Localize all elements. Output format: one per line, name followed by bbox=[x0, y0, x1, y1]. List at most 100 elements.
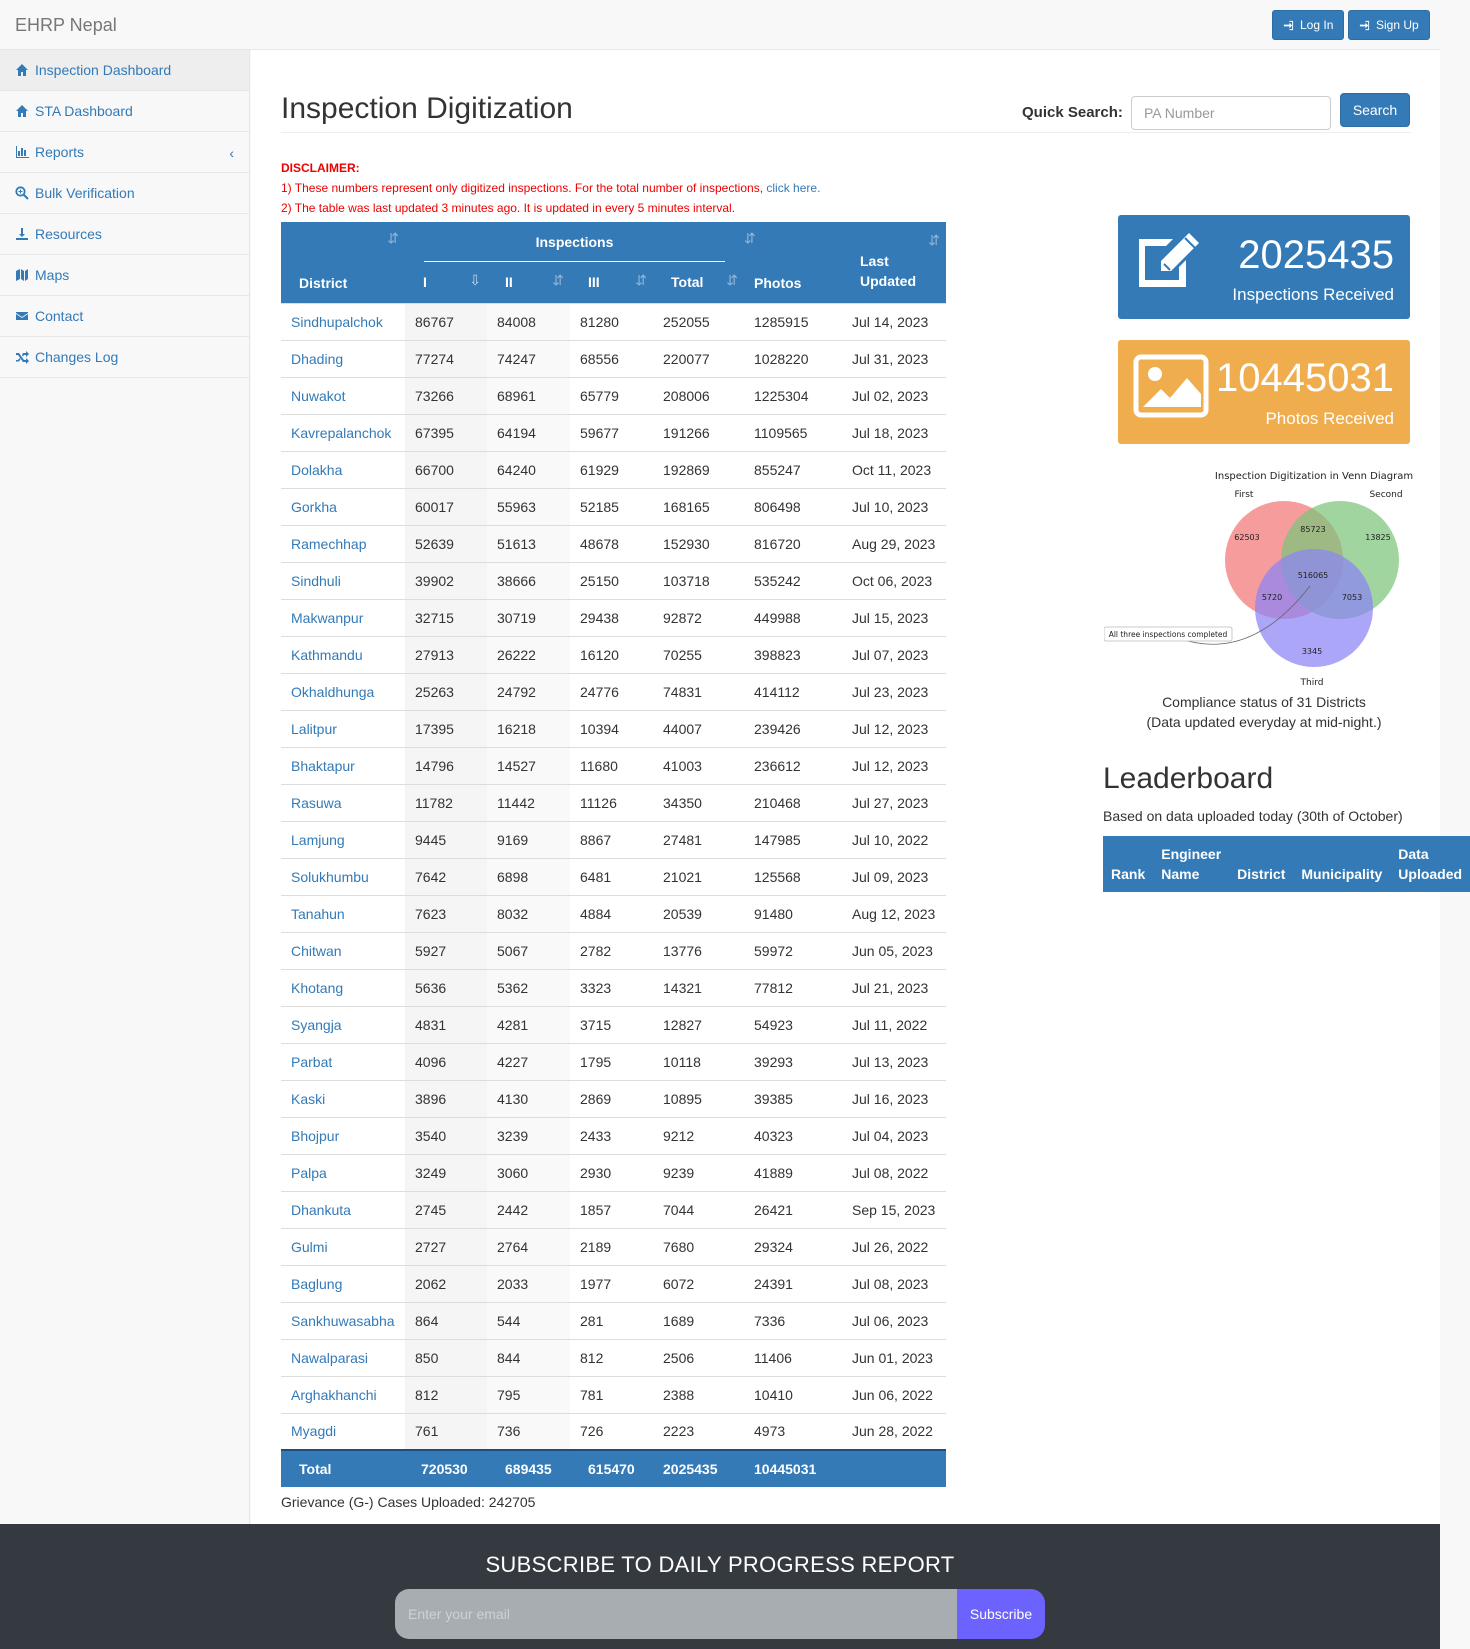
leaderboard-header-data-uploaded[interactable]: Data Uploaded bbox=[1390, 836, 1470, 892]
district-name[interactable]: Sankhuwasabha bbox=[281, 1301, 405, 1339]
header-label: Last Updated bbox=[860, 252, 916, 289]
district-name[interactable]: Chitwan bbox=[281, 931, 405, 969]
sort-icon[interactable]: ⇵ bbox=[552, 272, 564, 289]
district-name[interactable]: Makwanpur bbox=[281, 598, 405, 636]
district-name[interactable]: Ramechhap bbox=[281, 524, 405, 562]
totals-row: Total 720530 689435 615470 2025435 10445… bbox=[281, 1449, 946, 1487]
district-name[interactable]: Gulmi bbox=[281, 1227, 405, 1265]
leaderboard-header-municipality[interactable]: Municipality bbox=[1293, 836, 1391, 892]
last-updated: Jul 10, 2022 bbox=[842, 820, 946, 858]
district-name[interactable]: Khotang bbox=[281, 968, 405, 1006]
inspection-total: 6072 bbox=[653, 1264, 744, 1302]
district-name[interactable]: Arghakhanchi bbox=[281, 1375, 405, 1413]
sort-desc-icon[interactable]: ⇩ bbox=[469, 272, 481, 289]
email-field[interactable] bbox=[395, 1589, 957, 1639]
district-name[interactable]: Nuwakot bbox=[281, 376, 405, 414]
district-name[interactable]: Parbat bbox=[281, 1042, 405, 1080]
column-header-last-updated[interactable]: Last Updated ⇵ bbox=[842, 222, 946, 303]
inspection-i: 3896 bbox=[405, 1079, 487, 1117]
sort-icon[interactable]: ⇵ bbox=[726, 272, 738, 289]
sidebar-item-reports[interactable]: Reports ‹ bbox=[0, 132, 249, 173]
sort-icon[interactable]: ⇵ bbox=[635, 272, 647, 289]
district-name[interactable]: Nawalparasi bbox=[281, 1338, 405, 1376]
sort-icon[interactable]: ⇵ bbox=[387, 230, 399, 247]
column-header-district[interactable]: District ⇵ bbox=[281, 222, 405, 303]
leaderboard-header-engineer-name[interactable]: Engineer Name bbox=[1153, 836, 1230, 892]
leaderboard-table: Rank Engineer Name District Municipality… bbox=[1103, 836, 1470, 892]
brand-logo[interactable]: EHRP Nepal bbox=[15, 15, 117, 36]
district-name[interactable]: Lalitpur bbox=[281, 709, 405, 747]
inspections-count: 2025435 bbox=[1238, 233, 1394, 277]
district-name[interactable]: Lamjung bbox=[281, 820, 405, 858]
district-name[interactable]: Rasuwa bbox=[281, 783, 405, 821]
inspection-ii: 64240 bbox=[487, 450, 570, 488]
inspection-ii: 3060 bbox=[487, 1153, 570, 1191]
inspection-iii: 68556 bbox=[570, 339, 653, 377]
inspection-iii: 48678 bbox=[570, 524, 653, 562]
district-name[interactable]: Kaski bbox=[281, 1079, 405, 1117]
subscribe-button[interactable]: Subscribe bbox=[957, 1589, 1045, 1639]
leaderboard-header-rank[interactable]: Rank bbox=[1103, 836, 1154, 892]
sidebar-item-changes-log[interactable]: Changes Log bbox=[0, 337, 249, 378]
sidebar-item-maps[interactable]: Maps bbox=[0, 255, 249, 296]
leaderboard-header-district[interactable]: District bbox=[1229, 836, 1294, 892]
signup-button[interactable]: Sign Up bbox=[1348, 10, 1430, 40]
inspections-received-box: 2025435 Inspections Received bbox=[1118, 215, 1410, 319]
sidebar-item-resources[interactable]: Resources bbox=[0, 214, 249, 255]
table-row: Chitwan 5927 5067 2782 13776 59972 Jun 05, 202… bbox=[281, 931, 946, 969]
column-header-iii[interactable]: III ⇵ bbox=[570, 262, 653, 303]
photos-count: 806498 bbox=[744, 487, 842, 525]
sort-icon[interactable]: ⇵ bbox=[928, 230, 940, 250]
venn-annotation: All three inspections completed bbox=[1109, 630, 1228, 639]
table-row: Myagdi 761 736 726 2223 4973 Jun 28, 2022 bbox=[281, 1412, 946, 1450]
inspection-total: 168165 bbox=[653, 487, 744, 525]
district-name[interactable]: Baglung bbox=[281, 1264, 405, 1302]
district-name[interactable]: Okhaldhunga bbox=[281, 672, 405, 710]
district-name[interactable]: Dhading bbox=[281, 339, 405, 377]
district-name[interactable]: Sindhupalchok bbox=[281, 302, 405, 340]
sign-in-icon bbox=[1283, 20, 1294, 30]
photos-count: 10445031 bbox=[1216, 356, 1394, 400]
sidebar-item-contact[interactable]: Contact bbox=[0, 296, 249, 337]
inspection-iii: 6481 bbox=[570, 857, 653, 895]
login-button[interactable]: Log In bbox=[1272, 10, 1345, 40]
column-header-total[interactable]: Total ⇵ bbox=[653, 262, 744, 303]
click-here-link[interactable]: click here. bbox=[766, 181, 820, 195]
table-row: Kathmandu 27913 26222 16120 70255 398823 Jul 0… bbox=[281, 635, 946, 673]
search-button[interactable]: Search bbox=[1340, 93, 1410, 127]
district-name[interactable]: Sindhuli bbox=[281, 561, 405, 599]
last-updated: Jun 28, 2022 bbox=[842, 1412, 946, 1450]
column-header-photos[interactable]: Photos ⇵ bbox=[744, 222, 842, 303]
sidebar-item-bulk-verification[interactable]: Bulk Verification bbox=[0, 173, 249, 214]
sidebar-item-label: Bulk Verification bbox=[35, 185, 135, 201]
chevron-left-icon[interactable]: ‹ bbox=[229, 145, 234, 161]
district-name[interactable]: Solukhumbu bbox=[281, 857, 405, 895]
district-name[interactable]: Kathmandu bbox=[281, 635, 405, 673]
inspection-total: 208006 bbox=[653, 376, 744, 414]
district-name[interactable]: Bhaktapur bbox=[281, 746, 405, 784]
district-name[interactable]: Bhojpur bbox=[281, 1116, 405, 1154]
inspection-total: 103718 bbox=[653, 561, 744, 599]
venn-only-second: 13825 bbox=[1365, 533, 1390, 542]
district-name[interactable]: Kavrepalanchok bbox=[281, 413, 405, 451]
sidebar-item-inspection-dashboard[interactable]: Inspection Dashboard bbox=[0, 50, 249, 91]
sort-icon[interactable]: ⇵ bbox=[744, 230, 756, 247]
district-name[interactable]: Palpa bbox=[281, 1153, 405, 1191]
venn-label-second: Second bbox=[1369, 490, 1402, 500]
district-name[interactable]: Tanahun bbox=[281, 894, 405, 932]
inspection-ii: 4281 bbox=[487, 1005, 570, 1043]
inspection-total: 10118 bbox=[653, 1042, 744, 1080]
inspection-i: 66700 bbox=[405, 450, 487, 488]
inspection-total: 14321 bbox=[653, 968, 744, 1006]
district-name[interactable]: Dolakha bbox=[281, 450, 405, 488]
district-name[interactable]: Myagdi bbox=[281, 1412, 405, 1450]
column-header-i[interactable]: I ⇩ bbox=[405, 262, 487, 303]
sidebar-item-sta-dashboard[interactable]: STA Dashboard bbox=[0, 91, 249, 132]
search-input[interactable] bbox=[1131, 96, 1331, 130]
district-name[interactable]: Dhankuta bbox=[281, 1190, 405, 1228]
inspection-i: 2727 bbox=[405, 1227, 487, 1265]
district-name[interactable]: Gorkha bbox=[281, 487, 405, 525]
column-header-ii[interactable]: II ⇵ bbox=[487, 262, 570, 303]
district-name[interactable]: Syangja bbox=[281, 1005, 405, 1043]
table-row: Nuwakot 73266 68961 65779 208006 1225304 Jul 0… bbox=[281, 376, 946, 414]
